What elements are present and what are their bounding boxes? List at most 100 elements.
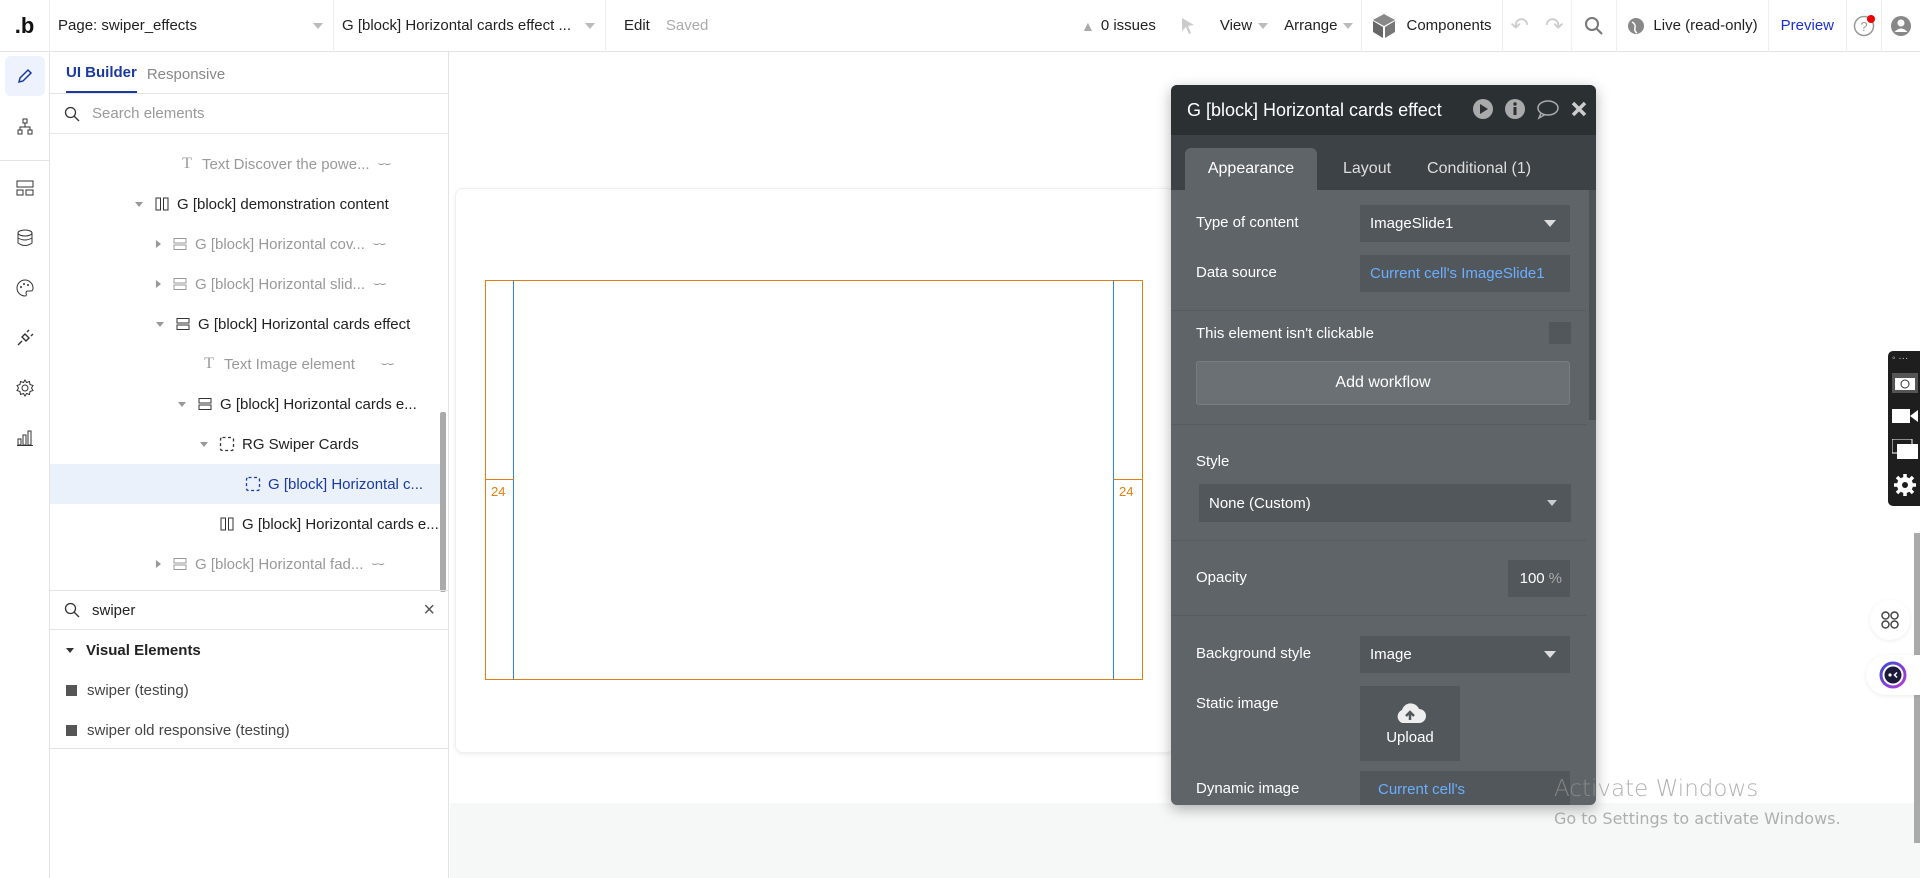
rail-logs-tab[interactable] xyxy=(5,418,45,458)
live-button[interactable]: Live (read-only) xyxy=(1616,0,1767,52)
tab-responsive[interactable]: Responsive xyxy=(147,66,225,93)
close-icon[interactable] xyxy=(1570,100,1588,118)
rail-data-tab[interactable] xyxy=(5,218,45,258)
expand-toggle-icon[interactable] xyxy=(156,240,161,248)
hidden-eye-icon[interactable]: ⌣⌣ xyxy=(371,558,385,571)
rail-settings-tab[interactable] xyxy=(5,368,45,408)
opacity-input[interactable]: 100 % xyxy=(1508,560,1570,597)
redo-button[interactable]: ↷ xyxy=(1537,0,1571,52)
style-dropdown[interactable]: None (Custom) xyxy=(1199,484,1571,522)
property-editor-header[interactable]: G [block] Horizontal cards effect xyxy=(1171,85,1596,135)
tab-ui-builder[interactable]: UI Builder xyxy=(66,64,137,93)
window-capture-icon[interactable] xyxy=(1892,439,1918,459)
page-selector[interactable]: Page: swiper_effects xyxy=(50,0,334,52)
visual-element-search[interactable]: swiper × xyxy=(50,590,449,630)
preview-button[interactable]: Preview xyxy=(1767,0,1846,52)
gear-icon[interactable] xyxy=(1893,473,1917,497)
video-icon[interactable] xyxy=(1892,407,1918,425)
rail-structure-tab[interactable] xyxy=(5,107,45,147)
tab-layout[interactable]: Layout xyxy=(1317,148,1417,190)
tree-item[interactable]: G [block] Horizontal cards e... xyxy=(50,384,441,424)
hidden-eye-icon[interactable]: ⌣⌣ xyxy=(378,158,392,171)
selected-element-outline[interactable] xyxy=(485,280,1143,680)
tree-item-selected[interactable]: G [block] Horizontal c... xyxy=(50,464,441,504)
tree-item[interactable]: T Text Image element ⌣⌣ xyxy=(50,344,441,384)
property-scrollbar[interactable] xyxy=(1589,190,1596,420)
not-clickable-checkbox[interactable] xyxy=(1549,322,1571,344)
clear-search-icon[interactable]: × xyxy=(423,599,435,622)
upload-button[interactable]: Upload xyxy=(1360,686,1460,761)
expand-toggle-icon[interactable] xyxy=(156,280,161,288)
account-button[interactable] xyxy=(1881,0,1920,52)
undo-button[interactable]: ↶ xyxy=(1501,0,1537,52)
tree-item[interactable]: G [block] Horizontal slid... ⌣⌣ xyxy=(50,264,441,304)
collapse-toggle-icon[interactable] xyxy=(66,647,74,653)
pencil-icon xyxy=(17,68,33,84)
rail-styles-tab[interactable] xyxy=(5,268,45,308)
search-icon xyxy=(64,106,80,121)
bar-chart-icon xyxy=(17,430,33,446)
edit-menu[interactable]: Edit xyxy=(606,0,658,52)
comment-icon[interactable] xyxy=(1536,98,1560,120)
cloud-upload-icon xyxy=(1397,703,1426,723)
repeating-group-icon xyxy=(218,436,236,452)
arrange-menu[interactable]: Arrange xyxy=(1276,0,1361,52)
info-icon[interactable] xyxy=(1504,98,1526,120)
chevron-down-icon xyxy=(1544,651,1556,658)
dynamic-image-field[interactable]: Current cell's xyxy=(1360,771,1570,805)
data-source-field[interactable]: Current cell's ImageSlide1 xyxy=(1360,255,1570,292)
chevron-down-icon xyxy=(1547,500,1557,506)
hidden-eye-icon[interactable]: ⌣⌣ xyxy=(373,278,387,291)
static-image-label: Static image xyxy=(1196,695,1279,712)
rail-design-tab[interactable] xyxy=(5,56,45,96)
tree-item[interactable]: G [block] Horizontal cards e... xyxy=(50,504,441,544)
hidden-eye-icon[interactable]: ⌣⌣ xyxy=(381,358,395,371)
expand-toggle-icon[interactable] xyxy=(135,201,143,207)
rail-plugins-tab[interactable] xyxy=(5,318,45,358)
add-workflow-button[interactable]: Add workflow xyxy=(1196,361,1570,405)
tree-item[interactable]: G [block] demonstration content xyxy=(50,184,441,224)
element-search-field[interactable]: Search elements xyxy=(50,94,448,134)
components-button[interactable]: Components xyxy=(1361,0,1501,52)
issues-button[interactable]: ▲ 0 issues xyxy=(1073,0,1164,52)
padding-guide-left xyxy=(513,280,514,680)
row-group-icon xyxy=(171,556,189,572)
view-menu[interactable]: View xyxy=(1212,0,1276,52)
help-button[interactable]: ? xyxy=(1846,0,1881,52)
section-divider xyxy=(1171,540,1586,541)
type-of-content-dropdown[interactable]: ImageSlide1 xyxy=(1360,205,1570,242)
tree-scrollbar[interactable] xyxy=(440,412,446,592)
tab-appearance[interactable]: Appearance xyxy=(1185,148,1317,190)
row-group-icon xyxy=(174,316,192,332)
tab-conditional[interactable]: Conditional (1) xyxy=(1417,148,1541,190)
expand-toggle-icon[interactable] xyxy=(156,321,164,327)
apps-button[interactable] xyxy=(1870,600,1910,640)
result-item[interactable]: swiper old responsive (testing) xyxy=(50,710,449,750)
tree-item[interactable]: RG Swiper Cards xyxy=(50,424,441,464)
element-selector[interactable]: G [block] Horizontal cards effect ... xyxy=(334,0,606,52)
hierarchy-icon xyxy=(17,118,33,135)
tree-item[interactable]: G [block] Horizontal cov... ⌣⌣ xyxy=(50,224,441,264)
inspect-button[interactable] xyxy=(1164,0,1212,52)
play-icon[interactable] xyxy=(1472,98,1494,120)
result-item[interactable]: swiper (testing) xyxy=(50,670,449,710)
expand-toggle-icon[interactable] xyxy=(178,401,186,407)
assistant-button[interactable] xyxy=(1866,655,1920,695)
screen-recorder-widget: ◦ ··· xyxy=(1888,351,1920,506)
saved-status: Saved xyxy=(665,17,709,34)
expand-toggle-icon[interactable] xyxy=(200,441,208,447)
visual-element-search-value: swiper xyxy=(92,601,136,619)
hidden-eye-icon[interactable]: ⌣⌣ xyxy=(373,238,387,251)
search-button[interactable] xyxy=(1571,0,1616,52)
recorder-drag-handle[interactable]: ◦ ··· xyxy=(1892,353,1908,364)
rail-reusable-tab[interactable] xyxy=(5,168,45,208)
bubble-logo[interactable]: .b xyxy=(0,0,50,52)
background-style-dropdown[interactable]: Image xyxy=(1360,636,1570,673)
padding-marker-left xyxy=(486,479,514,480)
tree-item[interactable]: T Text Discover the powe... ⌣⌣ xyxy=(50,144,441,184)
results-category[interactable]: Visual Elements xyxy=(50,630,449,670)
expand-toggle-icon[interactable] xyxy=(156,560,161,568)
tree-item[interactable]: G [block] Horizontal cards effect xyxy=(50,304,441,344)
tree-item[interactable]: G [block] Horizontal fad... ⌣⌣ xyxy=(50,544,441,584)
camera-icon[interactable] xyxy=(1892,373,1918,393)
